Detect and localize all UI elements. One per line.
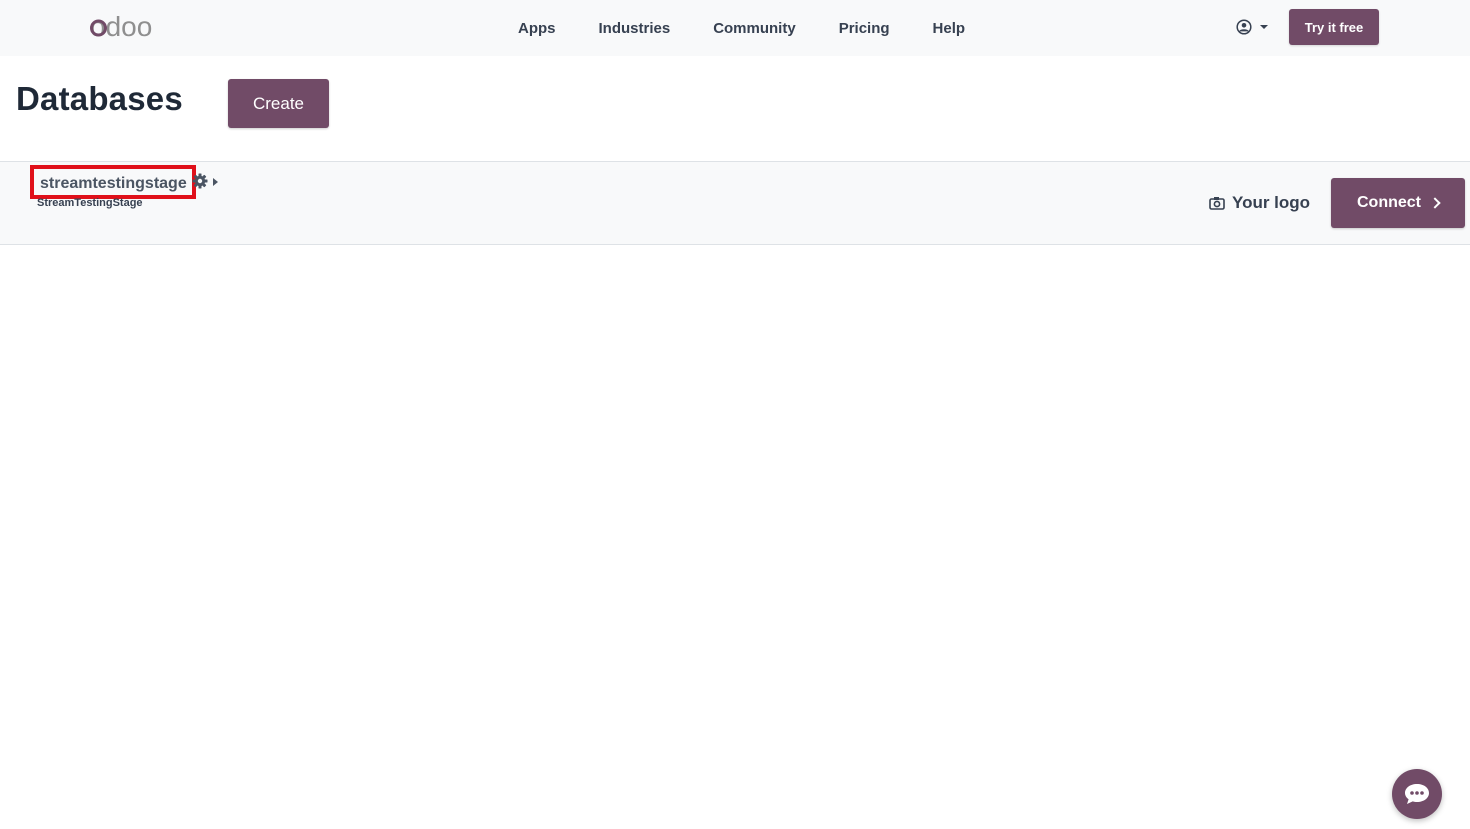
svg-text:odoo: odoo xyxy=(90,12,152,42)
chevron-right-icon xyxy=(1429,197,1441,209)
gear-icon[interactable] xyxy=(192,173,208,189)
odoo-logo-icon: odoo xyxy=(90,12,152,42)
menu-item-apps[interactable]: Apps xyxy=(518,20,556,37)
menu-item-community[interactable]: Community xyxy=(713,20,796,37)
your-logo-label: Your logo xyxy=(1232,193,1311,212)
main-menu: Apps Industries Community Pricing Help xyxy=(518,0,1008,56)
connect-button-label: Connect xyxy=(1357,194,1421,211)
page-title: Databases xyxy=(16,80,183,117)
try-it-free-button[interactable]: Try it free xyxy=(1289,9,1379,45)
menu-item-help[interactable]: Help xyxy=(933,20,966,37)
live-chat-button[interactable] xyxy=(1392,769,1442,819)
odoo-logo[interactable]: odoo xyxy=(90,12,160,42)
user-menu-dropdown[interactable] xyxy=(1236,17,1268,37)
create-database-button[interactable]: Create xyxy=(228,79,329,128)
top-navigation: odoo Apps Industries Community Pricing H… xyxy=(0,0,1470,56)
user-circle-icon xyxy=(1236,19,1252,35)
connect-button[interactable]: Connect xyxy=(1331,178,1465,228)
database-row: streamtestingstage StreamTestingStage Yo… xyxy=(0,161,1470,245)
caret-right-icon[interactable] xyxy=(213,178,218,186)
your-logo-link[interactable]: Your logo xyxy=(1209,193,1310,213)
menu-item-industries[interactable]: Industries xyxy=(599,20,671,37)
chat-bubble-icon xyxy=(1405,784,1429,804)
database-name-link[interactable]: streamtestingstage xyxy=(40,175,187,193)
database-name-highlight: streamtestingstage xyxy=(30,165,196,199)
database-subtitle: StreamTestingStage xyxy=(37,197,143,209)
chevron-down-icon xyxy=(1260,25,1268,29)
camera-icon xyxy=(1209,197,1225,210)
menu-item-pricing[interactable]: Pricing xyxy=(839,20,890,37)
